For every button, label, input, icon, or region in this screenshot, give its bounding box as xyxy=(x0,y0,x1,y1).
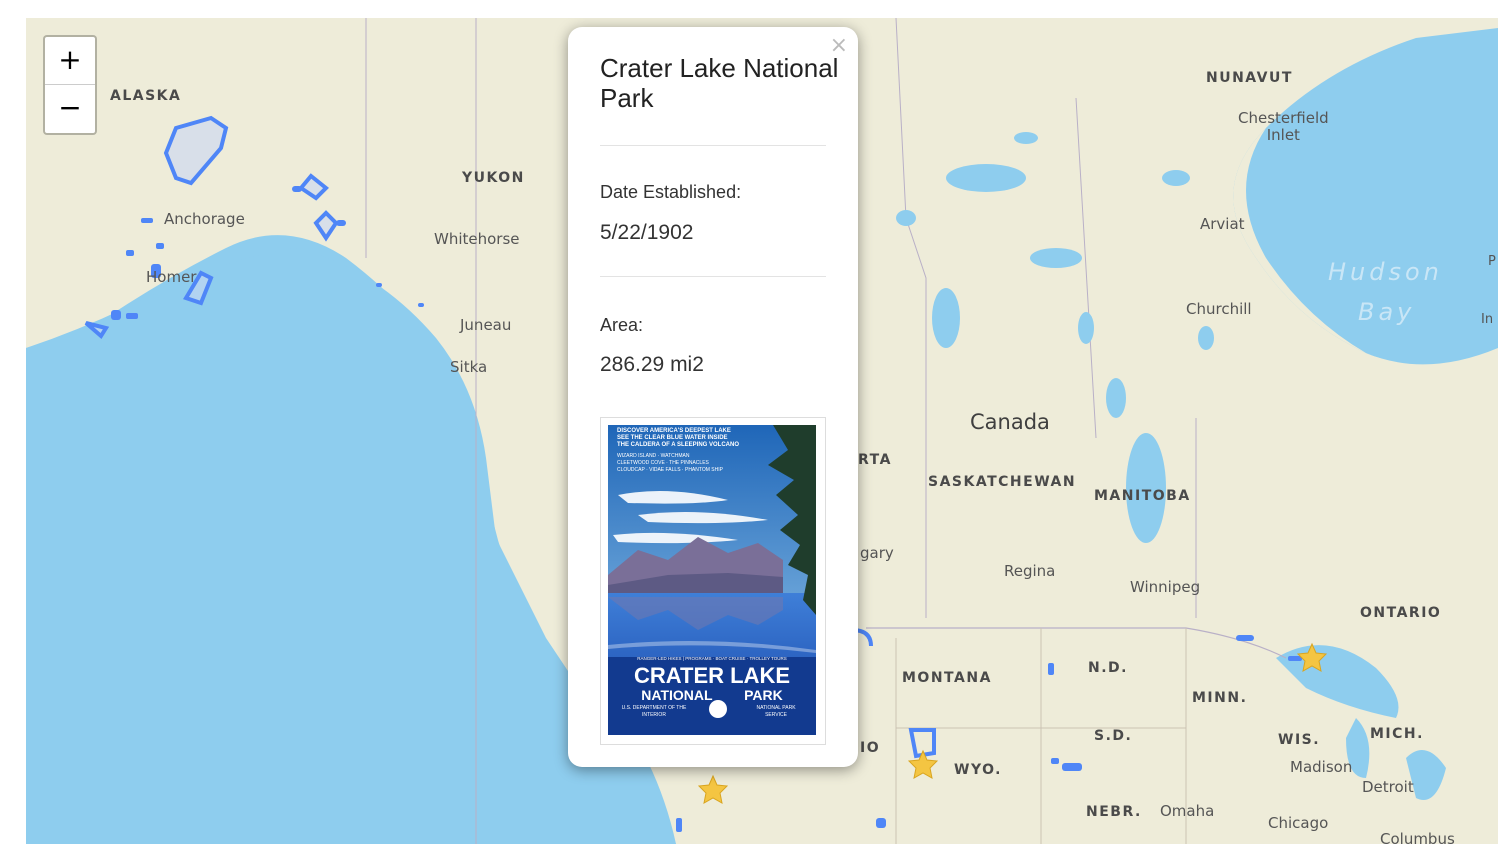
label-yukon: YUKON xyxy=(462,170,525,186)
poster-national: NATIONAL xyxy=(641,687,713,703)
label-manitoba: MANITOBA xyxy=(1094,488,1191,504)
poster-sub-line: WIZARD ISLAND · WATCHMAN xyxy=(617,453,690,459)
label-minn: MINN. xyxy=(1192,690,1248,706)
poster-footer-small: RANGER-LED HIKES | PROGRAMS · BOAT CRUIS… xyxy=(637,656,787,661)
poster-park-name: CRATER LAKE xyxy=(633,663,791,688)
label-bay: Bay xyxy=(1358,298,1416,326)
label-ontario: ONTARIO xyxy=(1360,605,1442,621)
poster-sub-line: CLEETWOOD COVE · THE PINNACLES xyxy=(617,460,709,466)
label-edge-p: P xyxy=(1488,254,1496,269)
label-wyo: WYO. xyxy=(954,762,1002,778)
label-nunavut: NUNAVUT xyxy=(1206,70,1293,86)
label-omaha: Omaha xyxy=(1160,802,1215,820)
divider xyxy=(600,276,826,277)
label-wis: WIS. xyxy=(1278,732,1321,748)
label-hudson: Hudson xyxy=(1328,258,1443,286)
label-idaho-partial: IO xyxy=(860,740,881,756)
label-arviat: Arviat xyxy=(1200,215,1245,233)
poster-sub-line: CLOUDCAP · VIDAE FALLS · PHANTOM SHIP xyxy=(617,467,723,473)
poster-service: NATIONAL PARK SERVICE xyxy=(756,705,796,718)
label-mich: MICH. xyxy=(1370,726,1424,742)
label-madison: Madison xyxy=(1290,758,1353,776)
poster-park: PARK xyxy=(744,687,783,703)
poster-header-line: SEE THE CLEAR BLUE WATER INSIDE xyxy=(617,435,728,441)
label-saskatchewan: SASKATCHEWAN xyxy=(928,474,1077,490)
label-whitehorse: Whitehorse xyxy=(434,230,520,248)
poster-dept: U.S. DEPARTMENT OF THE INTERIOR xyxy=(621,705,687,718)
label-sd: S.D. xyxy=(1094,728,1133,744)
label-detroit: Detroit xyxy=(1362,778,1414,796)
popup-title: Crater Lake National Park xyxy=(600,53,839,113)
label-chesterfield-inlet: Chesterfield Inlet xyxy=(1238,109,1329,144)
nps-logo-icon xyxy=(709,700,727,718)
label-alberta-partial: RTA xyxy=(858,452,892,468)
label-juneau: Juneau xyxy=(460,316,512,334)
label-sitka: Sitka xyxy=(450,358,488,376)
label-canada: Canada xyxy=(970,410,1050,434)
zoom-out-button[interactable]: − xyxy=(45,85,95,132)
area-value: 286.29 mi2 xyxy=(600,353,704,376)
zoom-in-button[interactable]: + xyxy=(45,37,95,85)
poster-header-line: THE CALDERA OF A SLEEPING VOLCANO xyxy=(617,442,740,448)
label-montana: MONTANA xyxy=(902,670,992,686)
park-poster-image: DISCOVER AMERICA'S DEEPEST LAKE SEE THE … xyxy=(600,417,826,745)
label-alaska: ALASKA xyxy=(110,88,182,104)
area-label: Area: xyxy=(600,315,644,335)
date-established-value: 5/22/1902 xyxy=(600,221,694,244)
label-nebr: NEBR. xyxy=(1086,804,1142,820)
label-edge-in: In xyxy=(1481,312,1494,327)
park-popup: × Crater Lake National Park Date Establi… xyxy=(568,27,858,767)
popup-tip xyxy=(671,747,705,764)
label-chicago: Chicago xyxy=(1268,814,1329,832)
label-winnipeg: Winnipeg xyxy=(1130,578,1201,596)
label-homer: Homer xyxy=(146,268,197,286)
label-regina: Regina xyxy=(1004,562,1056,580)
label-calgary-partial: gary xyxy=(860,544,894,562)
label-anchorage: Anchorage xyxy=(164,210,245,228)
date-established-label: Date Established: xyxy=(600,182,742,202)
zoom-control: + − xyxy=(43,35,97,135)
poster-header-line: DISCOVER AMERICA'S DEEPEST LAKE xyxy=(617,428,731,434)
label-columbus: Columbus xyxy=(1380,830,1455,844)
label-nd: N.D. xyxy=(1088,660,1128,676)
label-churchill: Churchill xyxy=(1186,300,1252,318)
map[interactable]: ALASKA YUKON NUNAVUT Chesterfield Inlet … xyxy=(26,18,1498,844)
divider xyxy=(600,145,826,146)
